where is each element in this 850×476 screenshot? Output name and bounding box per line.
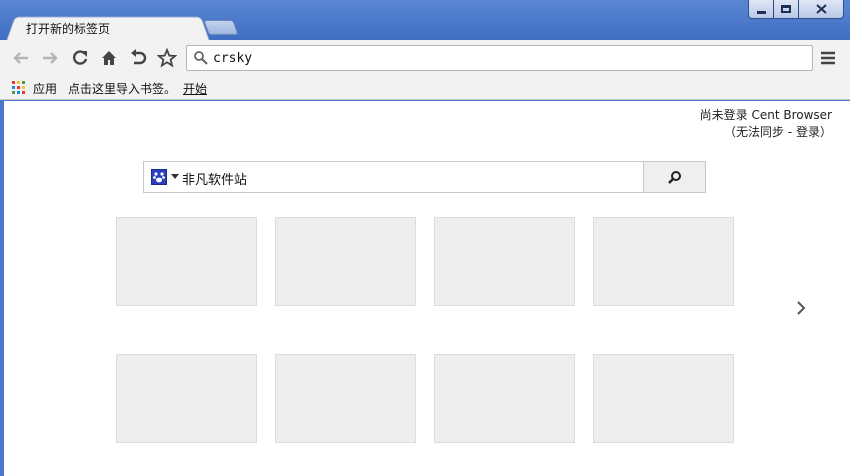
close-button[interactable] — [799, 0, 844, 19]
address-bar-text: crsky — [213, 51, 253, 66]
reload-button[interactable] — [70, 48, 90, 68]
most-visited-tile[interactable] — [275, 354, 416, 443]
signin-link[interactable]: 登录 — [796, 125, 820, 139]
bookmarks-bar: 应用 点击这里导入书签。 开始 — [0, 76, 850, 100]
star-icon — [157, 48, 177, 68]
search-icon — [667, 171, 681, 184]
most-visited-tile[interactable] — [593, 354, 734, 443]
forward-button[interactable] — [40, 48, 60, 68]
most-visited-tile[interactable] — [434, 217, 575, 306]
window-controls — [748, 0, 844, 20]
chevron-down-icon[interactable] — [171, 174, 179, 179]
import-bookmarks-text: 点击这里导入书签。 — [68, 82, 177, 96]
close-icon — [815, 4, 827, 14]
search-button[interactable] — [643, 162, 705, 192]
undo-close-tab-button[interactable] — [128, 48, 148, 68]
chevron-right-icon — [797, 301, 806, 315]
new-tab-page: 尚未登录 Cent Browser （无法同步 - 登录） 非凡软件站 — [4, 101, 850, 476]
menu-button[interactable] — [819, 50, 837, 66]
home-icon — [102, 51, 116, 65]
maximize-button[interactable] — [774, 0, 799, 19]
minimize-button[interactable] — [748, 0, 774, 19]
reload-icon — [73, 50, 88, 65]
address-bar[interactable]: crsky — [186, 45, 813, 71]
undo-close-tab-icon — [131, 49, 147, 65]
apps-grid-icon[interactable] — [12, 81, 25, 94]
minimize-icon — [756, 10, 766, 14]
tab-new-tab[interactable]: 打开新的标签页 — [6, 14, 210, 41]
toolbar: crsky — [0, 40, 850, 76]
most-visited-tile[interactable] — [275, 217, 416, 306]
forward-arrow-icon — [43, 52, 58, 64]
bookmark-star-button[interactable] — [157, 48, 177, 68]
most-visited-tile[interactable] — [116, 354, 257, 443]
title-bar: 打开新的标签页 — [0, 0, 850, 41]
back-button[interactable] — [11, 48, 31, 68]
next-page-button[interactable] — [794, 299, 808, 317]
home-button[interactable] — [99, 48, 119, 68]
most-visited-tile[interactable] — [593, 217, 734, 306]
new-tab-shape — [203, 20, 239, 35]
back-arrow-icon — [13, 52, 28, 64]
omnibox-search-icon — [193, 50, 209, 66]
start-import-link[interactable]: 开始 — [183, 80, 207, 97]
signin-line-1: 尚未登录 Cent Browser — [699, 108, 832, 122]
most-visited-tile[interactable] — [434, 354, 575, 443]
maximize-icon — [781, 5, 791, 13]
signin-prefix: （无法同步 - — [724, 125, 796, 139]
signin-status: 尚未登录 Cent Browser （无法同步 - 登录） — [700, 107, 832, 141]
tab-title: 打开新的标签页 — [26, 22, 111, 36]
search-box[interactable]: 非凡软件站 — [143, 161, 706, 193]
most-visited-tile[interactable] — [116, 217, 257, 306]
signin-line-2: （无法同步 - 登录） — [700, 124, 832, 141]
apps-shortcut[interactable]: 应用 — [33, 80, 57, 97]
search-engine-label: 非凡软件站 — [182, 173, 248, 188]
new-tab-button[interactable] — [203, 20, 239, 36]
signin-suffix: ） — [819, 125, 832, 139]
hamburger-menu-icon — [821, 51, 835, 65]
search-engine-paw-icon[interactable] — [151, 169, 167, 185]
